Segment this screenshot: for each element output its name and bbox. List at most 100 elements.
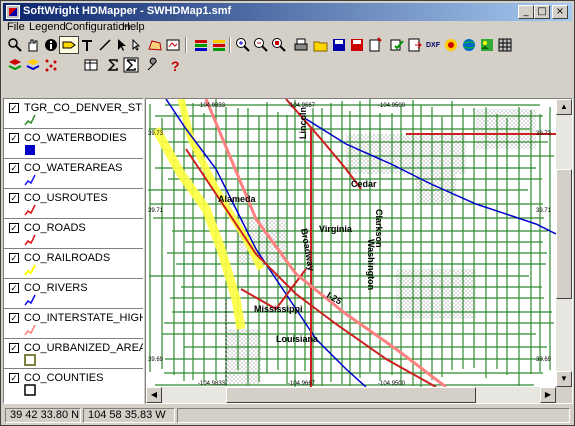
zoom-icon[interactable]	[5, 36, 25, 54]
status-bar: 39 42 33.80 N 104 58 35.83 W	[3, 406, 572, 424]
menu-file[interactable]: File	[7, 21, 25, 33]
scroll-left-button[interactable]: ◀	[146, 387, 162, 403]
save-icon[interactable]	[329, 36, 349, 54]
map-view[interactable]: Alameda Cedar Virginia Clarkson Washingt…	[145, 98, 573, 404]
layer-name: CO_RIVERS	[24, 282, 88, 294]
wrench-icon[interactable]	[143, 56, 163, 74]
scroll-corner	[556, 387, 572, 403]
save-as-icon[interactable]	[347, 36, 367, 54]
legend-item[interactable]: ✓ CO_RAILROADS	[4, 249, 143, 279]
legend-item[interactable]: ✓ CO_URBANIZED_AREAS	[4, 339, 143, 369]
zoom-out-icon[interactable]	[251, 36, 271, 54]
vertical-scroll-thumb[interactable]	[556, 169, 572, 299]
water-line-icon	[24, 174, 36, 186]
menu-bar: File Legend Configuration Help	[3, 21, 572, 35]
legend-item[interactable]: ✓ TGR_CO_DENVER_STREETS	[4, 99, 143, 129]
color-icon[interactable]	[441, 36, 461, 54]
menu-help[interactable]: Help	[122, 21, 145, 33]
horizontal-scrollbar[interactable]: ◀ ▶	[146, 387, 556, 403]
export-icon[interactable]	[405, 36, 425, 54]
layer-checkbox[interactable]: ✓	[9, 343, 19, 353]
map-label: Mississippi	[254, 304, 303, 314]
image-icon[interactable]	[477, 36, 497, 54]
legend-panel: ✓ TGR_CO_DENVER_STREETS ✓ CO_WATERBODIES…	[3, 98, 144, 404]
zoom-extent-icon[interactable]	[269, 36, 289, 54]
secondary-toolbar: ?	[3, 55, 572, 79]
properties-icon[interactable]	[387, 36, 407, 54]
tick-label: 39.71	[536, 208, 552, 214]
map-label: Washington	[366, 239, 376, 290]
urban-area-square-icon	[24, 354, 36, 366]
stack2-icon[interactable]	[209, 36, 229, 54]
horizontal-scroll-thumb[interactable]	[226, 387, 476, 403]
map-canvas[interactable]: Alameda Cedar Virginia Clarkson Washingt…	[146, 99, 556, 387]
scroll-right-button[interactable]: ▶	[540, 387, 556, 403]
river-line-icon	[24, 294, 36, 306]
layer-checkbox[interactable]: ✓	[9, 253, 19, 263]
maximize-button[interactable]: □	[534, 5, 550, 19]
vertical-scrollbar[interactable]: ▲ ▼	[556, 99, 572, 387]
layer-checkbox[interactable]: ✓	[9, 133, 19, 143]
legend-item[interactable]: ✓ CO_INTERSTATE_HIGHWAY	[4, 309, 143, 339]
table-icon[interactable]	[81, 56, 101, 74]
zoom-in-icon[interactable]	[233, 36, 253, 54]
app-icon[interactable]	[6, 5, 20, 19]
legend-item[interactable]: ✓ CO_COUNTIES	[4, 369, 143, 399]
layer-checkbox[interactable]: ✓	[9, 163, 19, 173]
help-icon[interactable]: ?	[165, 56, 185, 74]
scroll-down-button[interactable]: ▼	[556, 371, 572, 387]
layer-checkbox[interactable]: ✓	[9, 373, 19, 383]
label-icon[interactable]	[59, 36, 79, 54]
globe-icon[interactable]	[459, 36, 479, 54]
map-label: Lincoln	[298, 107, 308, 139]
print-icon[interactable]	[291, 36, 311, 54]
minimize-button[interactable]: _	[518, 5, 534, 19]
water-square-icon	[25, 145, 35, 155]
status-message	[177, 408, 570, 423]
road-line-icon	[24, 234, 36, 246]
tick-label: 39.73	[148, 131, 164, 137]
tick-label: 39.69	[536, 357, 552, 363]
county-square-icon	[24, 384, 36, 396]
tick-label: 39.73	[536, 131, 552, 137]
layer-checkbox[interactable]: ✓	[9, 283, 19, 293]
layers2-icon[interactable]	[23, 56, 43, 74]
legend-item[interactable]: ✓ CO_ROADS	[4, 219, 143, 249]
window-title: SoftWright HDMapper - SWHDMap1.smf	[23, 5, 232, 17]
legend-item[interactable]: ✓ CO_RIVERS	[4, 279, 143, 309]
route-line-icon	[24, 204, 36, 216]
menu-configuration[interactable]: Configuration	[65, 21, 130, 33]
new-icon[interactable]	[365, 36, 385, 54]
sum2-icon[interactable]	[121, 56, 141, 74]
select-icon[interactable]	[127, 36, 147, 54]
longitude-readout: 104 58 35.83 W	[83, 408, 175, 423]
layer-checkbox[interactable]: ✓	[9, 103, 19, 113]
info-icon[interactable]	[41, 36, 61, 54]
legend-item[interactable]: ✓ CO_WATERBODIES	[4, 129, 143, 159]
layers-icon[interactable]	[5, 56, 25, 74]
sum-icon[interactable]	[103, 56, 123, 74]
menu-legend[interactable]: Legend	[29, 21, 66, 33]
layer-checkbox[interactable]: ✓	[9, 313, 19, 323]
layer-checkbox[interactable]: ✓	[9, 223, 19, 233]
title-bar[interactable]: SoftWright HDMapper - SWHDMap1.smf _ □ ×	[3, 3, 572, 21]
layer-icon[interactable]	[163, 36, 183, 54]
open-icon[interactable]	[311, 36, 331, 54]
map-label: Cedar	[351, 179, 377, 189]
stack-icon[interactable]	[191, 36, 211, 54]
railroad-line-icon	[24, 264, 36, 276]
legend-item[interactable]: ✓ CO_WATERAREAS	[4, 159, 143, 189]
tick-label: 39.69	[148, 357, 164, 363]
close-button[interactable]: ×	[552, 5, 568, 19]
dxf-icon[interactable]: DXF	[423, 36, 443, 54]
pan-hand-icon[interactable]	[23, 36, 43, 54]
polygon-icon[interactable]	[145, 36, 165, 54]
layer-checkbox[interactable]: ✓	[9, 193, 19, 203]
points-icon[interactable]	[41, 56, 61, 74]
grid-icon[interactable]	[495, 36, 515, 54]
legend-item[interactable]: ✓ CO_USROUTES	[4, 189, 143, 219]
scroll-up-button[interactable]: ▲	[556, 99, 572, 115]
layer-name: CO_COUNTIES	[24, 372, 104, 384]
interstate-line-icon	[24, 324, 36, 336]
text-icon[interactable]	[77, 36, 97, 54]
